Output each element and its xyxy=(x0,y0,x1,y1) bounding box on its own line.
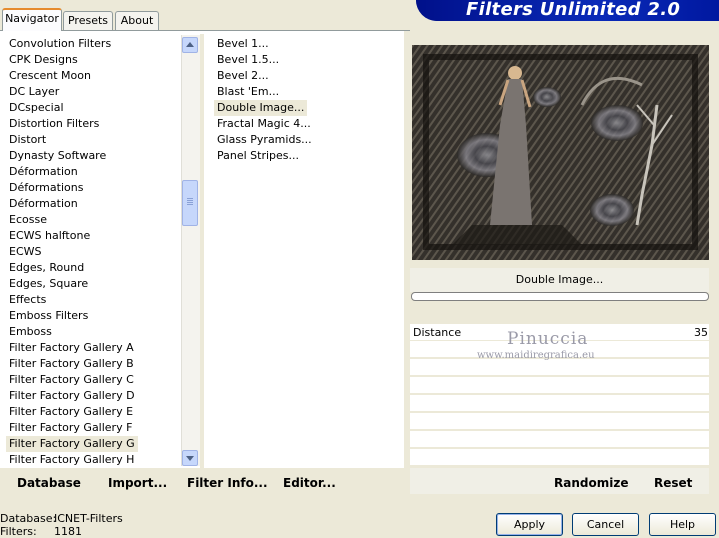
category-item[interactable]: Effects xyxy=(9,292,46,308)
filter-item[interactable]: Bevel 1... xyxy=(217,36,269,52)
category-item[interactable]: Distort xyxy=(9,132,46,148)
category-item[interactable]: Filter Factory Gallery F xyxy=(9,420,132,436)
category-item[interactable]: Déformations xyxy=(9,180,83,196)
import-link[interactable]: Import... xyxy=(108,476,167,490)
category-item[interactable]: Ecosse xyxy=(9,212,47,228)
filter-item[interactable]: Double Image... xyxy=(214,100,308,116)
param-value[interactable]: 35 xyxy=(690,326,708,339)
watermark-url: www.maidiregrafica.eu xyxy=(477,350,595,361)
category-scrollbar[interactable] xyxy=(181,35,200,466)
category-item[interactable]: Filter Factory Gallery A xyxy=(9,340,134,356)
tab-about[interactable]: About xyxy=(115,11,159,30)
category-item[interactable]: Filter Factory Gallery H xyxy=(9,452,134,468)
reset-link[interactable]: Reset xyxy=(654,476,692,490)
randomize-link[interactable]: Randomize xyxy=(554,476,628,490)
status-filters-label: Filters: xyxy=(0,525,37,538)
category-item[interactable]: Filter Factory Gallery E xyxy=(9,404,133,420)
category-item[interactable]: Convolution Filters xyxy=(9,36,111,52)
scroll-thumb[interactable] xyxy=(182,180,198,226)
category-item[interactable]: Déformation xyxy=(9,164,78,180)
scroll-up-button[interactable] xyxy=(182,37,198,53)
tab-navigator[interactable]: Navigator xyxy=(2,8,62,31)
category-item[interactable]: DC Layer xyxy=(9,84,59,100)
category-item[interactable]: Dynasty Software xyxy=(9,148,106,164)
chevron-down-icon xyxy=(186,456,194,461)
category-item[interactable]: Déformation xyxy=(9,196,78,212)
filter-item[interactable]: Bevel 2... xyxy=(217,68,269,84)
category-item[interactable]: Filter Factory Gallery G xyxy=(6,436,138,452)
editor-link[interactable]: Editor... xyxy=(283,476,336,490)
param-row-empty xyxy=(410,377,709,394)
filter-item[interactable]: Blast 'Em... xyxy=(217,84,279,100)
right-divider xyxy=(404,31,408,468)
param-label: Distance xyxy=(413,326,462,339)
status-filters-value: 1181 xyxy=(54,525,82,538)
filter-item[interactable]: Panel Stripes... xyxy=(217,148,299,164)
category-list[interactable]: Convolution Filters CPK Designs Crescent M… xyxy=(0,34,200,468)
status-database-label: Database: xyxy=(0,512,57,525)
filter-info-link[interactable]: Filter Info... xyxy=(187,476,268,490)
category-item[interactable]: Edges, Round xyxy=(9,260,84,276)
banner-title: Filters Unlimited 2.0 xyxy=(466,0,681,20)
category-item[interactable]: ECWS halftone xyxy=(9,228,90,244)
category-item[interactable]: Edges, Square xyxy=(9,276,88,292)
progress-bar xyxy=(411,292,709,301)
category-item[interactable]: Filter Factory Gallery C xyxy=(9,372,134,388)
category-item[interactable]: Distortion Filters xyxy=(9,116,99,132)
list-divider xyxy=(200,34,204,468)
preview-artwork xyxy=(412,45,709,260)
grip-icon xyxy=(187,198,193,199)
preview-image xyxy=(412,45,709,260)
category-item[interactable]: CPK Designs xyxy=(9,52,78,68)
category-item[interactable]: ECWS xyxy=(9,244,42,260)
filter-name-label: Double Image... xyxy=(515,273,604,286)
database-link[interactable]: Database xyxy=(17,476,81,490)
filter-item[interactable]: Glass Pyramids... xyxy=(217,132,312,148)
chevron-up-icon xyxy=(186,42,194,47)
param-row-empty xyxy=(410,359,709,376)
category-item[interactable]: Emboss Filters xyxy=(9,308,88,324)
category-item[interactable]: Filter Factory Gallery D xyxy=(9,388,135,404)
tab-presets[interactable]: Presets xyxy=(63,11,113,30)
status-database-value: ICNET-Filters xyxy=(54,512,123,525)
scroll-down-button[interactable] xyxy=(182,450,198,466)
category-item[interactable]: Emboss xyxy=(9,324,52,340)
category-item[interactable]: Filter Factory Gallery B xyxy=(9,356,134,372)
category-item[interactable]: Crescent Moon xyxy=(9,68,91,84)
watermark-name: Pinuccia xyxy=(507,329,589,349)
filter-item[interactable]: Fractal Magic 4... xyxy=(217,116,311,132)
filter-item[interactable]: Bevel 1.5... xyxy=(217,52,279,68)
param-row-empty xyxy=(410,413,709,430)
param-row-empty xyxy=(410,395,709,412)
param-row-empty xyxy=(410,431,709,448)
category-item[interactable]: DCspecial xyxy=(9,100,64,116)
param-row-empty xyxy=(410,449,709,466)
